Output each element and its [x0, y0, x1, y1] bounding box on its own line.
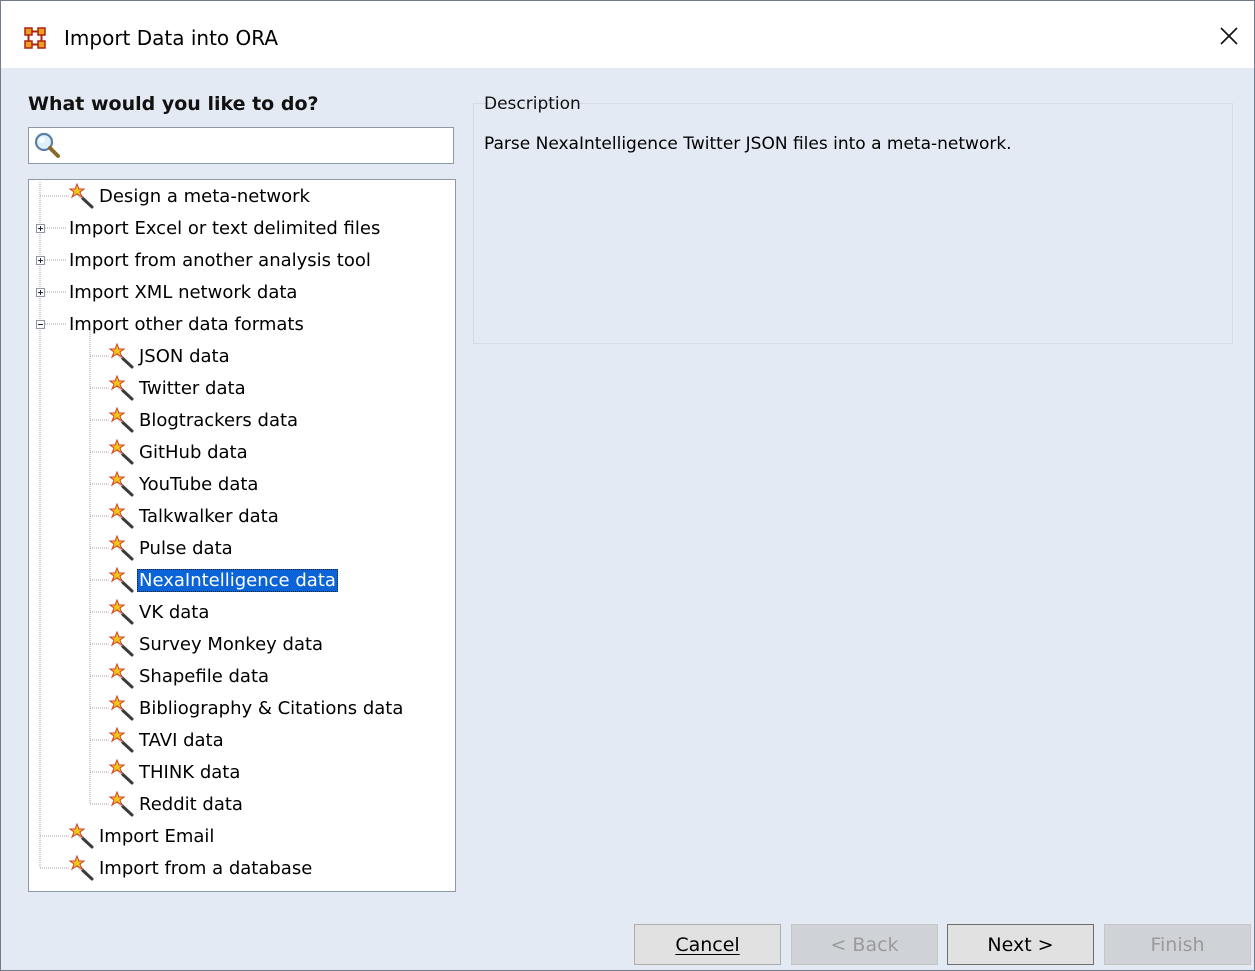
search-icon — [34, 132, 60, 158]
tree-item-label: Import Email — [99, 825, 215, 847]
tree-item-vk-data[interactable]: VK data — [109, 597, 211, 627]
wizard-wand-icon — [109, 663, 134, 689]
wizard-wand-icon — [109, 631, 134, 657]
tree-item-import-other-data-formats[interactable]: Import other data formats — [67, 309, 306, 339]
back-button-label: < Back — [830, 933, 899, 956]
tree-item-label: VK data — [139, 601, 210, 623]
tree-item-label: TAVI data — [139, 729, 224, 751]
import-options-tree[interactable]: Design a meta-network Import Excel or tex… — [28, 179, 456, 892]
finish-button-label: Finish — [1150, 933, 1205, 956]
tree-item-survey-monkey-data[interactable]: Survey Monkey data — [109, 629, 325, 659]
tree-item-label: Talkwalker data — [139, 505, 279, 527]
tree-item-label: Import from a database — [99, 857, 313, 879]
wizard-wand-icon — [109, 407, 134, 433]
tree-item-label: Bibliography & Citations data — [139, 697, 404, 719]
tree-item-label: Shapefile data — [139, 665, 270, 687]
wizard-wand-icon — [69, 855, 94, 881]
tree-item-label: JSON data — [139, 345, 230, 367]
tree-item-nexaintelligence-data[interactable]: NexaIntelligence data — [109, 565, 338, 595]
next-button[interactable]: Next > — [947, 924, 1094, 965]
tree-item-reddit-data[interactable]: Reddit data — [109, 789, 245, 819]
collapse-toggle[interactable] — [36, 320, 45, 329]
wizard-wand-icon — [109, 535, 134, 561]
tree-item-label: Import other data formats — [69, 313, 304, 335]
wizard-wand-icon — [109, 695, 134, 721]
wizard-wand-icon — [109, 791, 134, 817]
finish-button[interactable]: Finish — [1104, 924, 1251, 965]
close-button[interactable] — [1212, 19, 1246, 53]
window-title: Import Data into ORA — [64, 26, 279, 50]
wizard-wand-icon — [109, 503, 134, 529]
tree-item-github-data[interactable]: GitHub data — [109, 437, 250, 467]
cancel-button[interactable]: Cancel — [634, 924, 781, 965]
tree-item-import-excel-or-text-delimited-files[interactable]: Import Excel or text delimited files — [67, 213, 382, 243]
wizard-wand-icon — [109, 727, 134, 753]
tree-item-label: Design a meta-network — [99, 185, 310, 207]
title-bar: Import Data into ORA — [1, 1, 1254, 68]
tree-item-label: THINK data — [139, 761, 241, 783]
tree-item-import-xml-network-data[interactable]: Import XML network data — [67, 277, 299, 307]
close-icon — [1220, 27, 1238, 45]
wizard-wand-icon — [109, 471, 134, 497]
tree-item-import-from-a-database[interactable]: Import from a database — [69, 853, 314, 883]
wizard-wand-icon — [69, 183, 94, 209]
next-button-label: Next > — [987, 933, 1054, 956]
tree-item-pulse-data[interactable]: Pulse data — [109, 533, 235, 563]
back-button[interactable]: < Back — [791, 924, 938, 965]
tree-item-import-from-another-analysis-tool[interactable]: Import from another analysis tool — [67, 245, 373, 275]
expand-toggle[interactable] — [36, 224, 45, 233]
tree-item-label: YouTube data — [139, 473, 259, 495]
tree-item-design-a-meta-network[interactable]: Design a meta-network — [69, 181, 312, 211]
wizard-wand-icon — [109, 567, 134, 593]
tree-item-bibliography-and-citations-data[interactable]: Bibliography & Citations data — [109, 693, 405, 723]
tree-item-label: GitHub data — [139, 441, 248, 463]
description-label: Description — [484, 94, 581, 114]
tree-item-youtube-data[interactable]: YouTube data — [109, 469, 260, 499]
tree-item-label: NexaIntelligence data — [137, 568, 338, 592]
expand-toggle[interactable] — [36, 256, 45, 265]
import-dialog: Import Data into ORA What would you like… — [0, 0, 1255, 971]
tree-item-twitter-data[interactable]: Twitter data — [109, 373, 248, 403]
tree-item-label: Twitter data — [139, 377, 246, 399]
wizard-wand-icon — [109, 375, 134, 401]
wizard-wand-icon — [109, 759, 134, 785]
tree-item-label: Import Excel or text delimited files — [69, 217, 381, 239]
expand-toggle[interactable] — [36, 288, 45, 297]
tree-item-shapefile-data[interactable]: Shapefile data — [109, 661, 271, 691]
tree-item-tavi-data[interactable]: TAVI data — [109, 725, 226, 755]
tree-item-blogtrackers-data[interactable]: Blogtrackers data — [109, 405, 300, 435]
search-field[interactable] — [28, 127, 454, 164]
wizard-wand-icon — [109, 599, 134, 625]
wizard-wand-icon — [69, 823, 94, 849]
action-heading: What would you like to do? — [28, 93, 319, 115]
cancel-button-label: Cancel — [675, 933, 740, 956]
tree-item-label: Reddit data — [139, 793, 243, 815]
tree-item-think-data[interactable]: THINK data — [109, 757, 242, 787]
wizard-wand-icon — [109, 439, 134, 465]
tree-item-label: Import XML network data — [69, 281, 298, 303]
tree-item-talkwalker-data[interactable]: Talkwalker data — [109, 501, 281, 531]
tree-item-label: Import from another analysis tool — [69, 249, 371, 271]
tree-item-label: Blogtrackers data — [139, 409, 299, 431]
tree-item-label: Pulse data — [139, 537, 233, 559]
tree-item-import-email[interactable]: Import Email — [69, 821, 216, 851]
tree-item-label: Survey Monkey data — [139, 633, 324, 655]
description-text: Parse NexaIntelligence Twitter JSON file… — [484, 134, 1012, 154]
wizard-wand-icon — [109, 343, 134, 369]
tree-item-json-data[interactable]: JSON data — [109, 341, 232, 371]
search-input[interactable] — [69, 132, 451, 160]
ora-network-icon — [24, 27, 46, 49]
